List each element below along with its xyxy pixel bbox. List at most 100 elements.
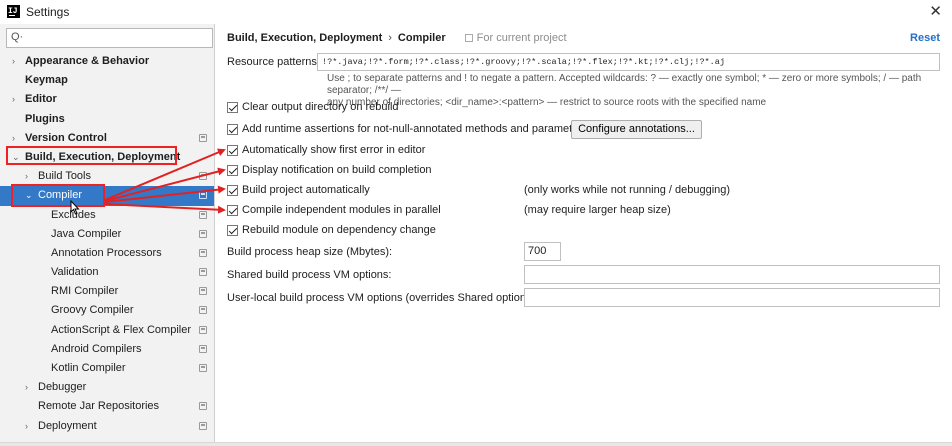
user-vm-options-input[interactable]	[524, 288, 940, 307]
display-notification-checkbox[interactable]	[227, 164, 238, 176]
user-vm-options-label: User-local build process VM options (ove…	[227, 292, 539, 304]
clear-output-option[interactable]: Clear output directory on rebuild	[227, 99, 399, 115]
project-scope-icon	[199, 172, 207, 181]
project-scope-icon	[199, 325, 207, 334]
search-box[interactable]: Q·	[6, 28, 213, 48]
rebuild-dependency-label: Rebuild module on dependency change	[242, 224, 436, 236]
scope-indicator: For current project	[464, 32, 567, 44]
resource-patterns-input[interactable]: !?*.java;!?*.form;!?*.class;!?*.groovy;!…	[317, 53, 940, 71]
tree-item-rmi-compiler[interactable]: RMI Compiler	[0, 282, 214, 301]
tree-item-java-compiler[interactable]: Java Compiler	[0, 225, 214, 244]
project-scope-icon	[199, 402, 207, 411]
close-icon[interactable]: ✕	[929, 2, 942, 20]
chevron-right-icon[interactable]: ›	[12, 129, 15, 148]
project-scope-icon	[199, 191, 207, 200]
tree-item-deployment[interactable]: › Deployment	[0, 417, 214, 436]
resource-patterns-hint: Use ; to separate patterns and ! to nega…	[327, 73, 947, 109]
resource-patterns-label: Resource patterns:	[227, 56, 320, 68]
rebuild-dependency-checkbox[interactable]	[227, 224, 238, 236]
tree-item-label: Validation	[51, 266, 99, 279]
shared-vm-options-input[interactable]	[524, 265, 940, 284]
annotation-box-compiler	[11, 184, 105, 207]
project-scope-icon	[199, 306, 207, 315]
tree-item-label: Deployment	[38, 419, 97, 432]
chevron-right-icon[interactable]: ›	[25, 417, 28, 436]
compile-parallel-note: (may require larger heap size)	[524, 204, 671, 216]
runtime-assertions-option[interactable]: Add runtime assertions for not-null-anno…	[227, 121, 587, 137]
breadcrumb-current: Compiler	[397, 32, 446, 44]
tree-item-actionscript-flex-compiler[interactable]: ActionScript & Flex Compiler	[0, 321, 214, 340]
annotation-box-build-execution	[6, 146, 177, 165]
hint-line-1: Use ; to separate patterns and ! to nega…	[327, 73, 922, 96]
window-bottom-edge	[0, 442, 952, 446]
tree-item-label: Java Compiler	[51, 227, 122, 240]
tree-item-label: Version Control	[25, 131, 107, 144]
tree-item-label: Android Compilers	[51, 342, 142, 355]
tree-item-label: Plugins	[25, 112, 65, 125]
build-automatically-option[interactable]: Build project automatically	[227, 182, 370, 198]
tree-item-editor[interactable]: › Editor	[0, 90, 214, 109]
tree-item-keymap[interactable]: Keymap	[0, 71, 214, 90]
tree-item-label: Kotlin Compiler	[51, 362, 126, 374]
compile-parallel-label: Compile independent modules in parallel	[242, 204, 441, 216]
project-scope-icon	[199, 364, 207, 372]
chevron-right-icon[interactable]: ›	[25, 378, 28, 397]
project-scope-icon	[199, 344, 207, 353]
tree-item-label: Editor	[25, 93, 57, 106]
runtime-assertions-checkbox[interactable]	[227, 123, 238, 135]
shared-vm-options-label: Shared build process VM options:	[227, 269, 392, 281]
tree-item-remote-jar-repositories[interactable]: Remote Jar Repositories	[0, 397, 214, 416]
hint-line-2: any number of directories; <dir_name>:<p…	[327, 97, 767, 108]
display-notification-option[interactable]: Display notification on build completion	[227, 162, 432, 178]
rebuild-dependency-option[interactable]: Rebuild module on dependency change	[227, 222, 436, 238]
tree-item-annotation-processors[interactable]: Annotation Processors	[0, 244, 214, 263]
mouse-cursor-icon	[70, 200, 80, 215]
heap-size-label: Build process heap size (Mbytes):	[227, 246, 393, 258]
clear-output-label: Clear output directory on rebuild	[242, 101, 399, 113]
project-scope-icon	[464, 34, 473, 42]
show-first-error-label: Automatically show first error in editor	[242, 144, 426, 156]
heap-size-input[interactable]: 700	[524, 242, 561, 261]
tree-item-excludes[interactable]: Excludes	[0, 206, 214, 225]
build-automatically-checkbox[interactable]	[227, 184, 238, 196]
settings-tree: › Appearance & Behavior Keymap › Editor Plugi…	[0, 52, 214, 436]
tree-item-label: Appearance & Behavior	[25, 55, 150, 67]
breadcrumb-parent[interactable]: Build, Execution, Deployment	[227, 32, 382, 44]
tree-item-plugins[interactable]: Plugins	[0, 110, 214, 129]
project-scope-icon	[199, 287, 207, 296]
tree-item-android-compilers[interactable]: Android Compilers	[0, 340, 214, 359]
compile-parallel-option[interactable]: Compile independent modules in parallel	[227, 202, 441, 218]
show-first-error-option[interactable]: Automatically show first error in editor	[227, 142, 425, 158]
project-scope-icon	[199, 133, 207, 142]
tree-item-appearance-behavior[interactable]: › Appearance & Behavior	[0, 52, 214, 71]
project-scope-icon	[199, 229, 207, 238]
tree-item-groovy-compiler[interactable]: Groovy Compiler	[0, 301, 214, 320]
chevron-right-icon[interactable]: ›	[12, 90, 15, 109]
intellij-icon: IJ	[7, 5, 20, 18]
breadcrumb-separator: ›	[388, 32, 392, 44]
tree-item-kotlin-compiler[interactable]: Kotlin Compiler	[0, 359, 214, 378]
search-input[interactable]	[25, 30, 205, 46]
tree-item-label: Debugger	[38, 381, 87, 394]
search-icon: Q·	[11, 31, 24, 43]
clear-output-checkbox[interactable]	[227, 101, 238, 113]
chevron-right-icon[interactable]: ›	[12, 52, 15, 71]
project-scope-icon	[199, 248, 207, 257]
tree-item-debugger[interactable]: › Debugger	[0, 378, 214, 397]
show-first-error-checkbox[interactable]	[227, 144, 238, 156]
compile-parallel-checkbox[interactable]	[227, 204, 238, 216]
tree-item-label: Groovy Compiler	[51, 304, 134, 317]
tree-item-validation[interactable]: Validation	[0, 263, 214, 282]
build-automatically-note: (only works while not running / debuggin…	[524, 184, 731, 196]
tree-item-label: Remote Jar Repositories	[38, 400, 160, 413]
project-scope-icon	[199, 421, 207, 430]
tree-item-label: Annotation Processors	[51, 246, 162, 259]
window-title: Settings	[26, 5, 70, 19]
reset-link[interactable]: Reset	[910, 32, 940, 44]
title-bar: IJ Settings ✕	[0, 0, 952, 24]
scope-label: For current project	[476, 32, 567, 44]
build-automatically-label: Build project automatically	[242, 184, 370, 196]
configure-annotations-button[interactable]: Configure annotations...	[571, 120, 702, 139]
display-notification-label: Display notification on build completion	[242, 164, 432, 176]
tree-item-label: ActionScript & Flex Compiler	[51, 323, 191, 336]
